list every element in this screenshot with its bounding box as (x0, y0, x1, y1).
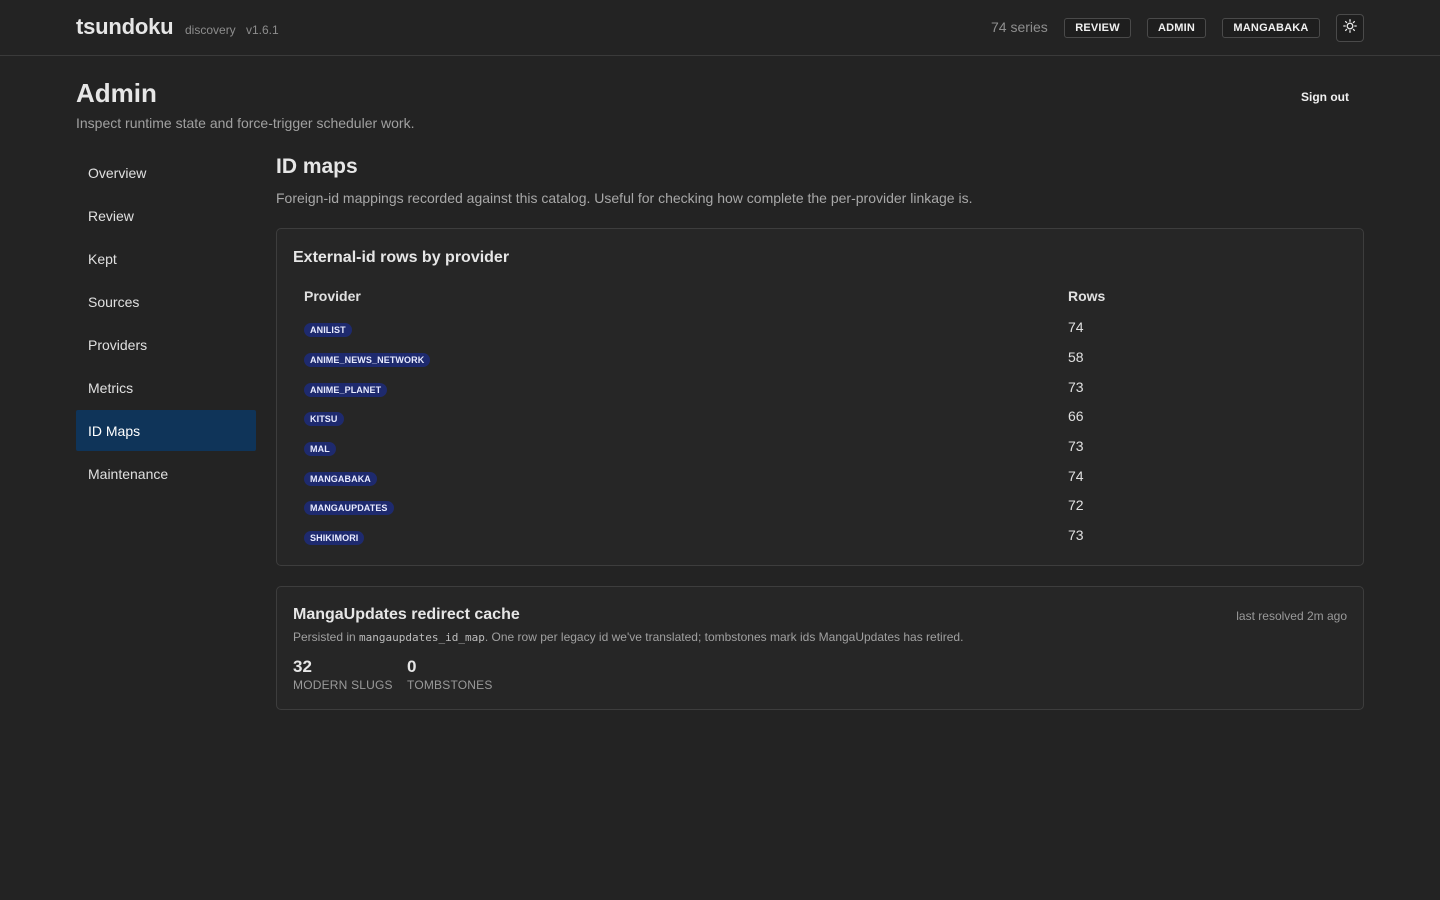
card-title: External-id rows by provider (293, 249, 510, 266)
stat-label: MODERN SLUGS (293, 678, 393, 692)
theme-toggle-button[interactable] (1336, 14, 1364, 42)
provider-badge: MANGAUPDATES (304, 501, 394, 515)
sign-out-button[interactable]: Sign out (1301, 90, 1349, 104)
section-title: ID maps (276, 155, 358, 178)
app-version: v1.6.1 (246, 23, 279, 37)
brand-logo[interactable]: tsundoku (76, 14, 174, 40)
table-row: MAL 73 (277, 436, 1363, 466)
stat-label: TOMBSTONES (407, 678, 493, 692)
provider-badge: ANIME_PLANET (304, 383, 388, 397)
nav-admin-button[interactable]: ADMIN (1147, 18, 1206, 38)
row-count: 74 (1068, 319, 1084, 335)
table-row: KITSU 66 (277, 406, 1363, 436)
row-count: 73 (1068, 379, 1084, 395)
provider-badge: MANGABAKA (304, 472, 377, 486)
column-header-rows: Rows (1068, 288, 1106, 304)
admin-sidebar: Overview Review Kept Sources Providers M… (76, 152, 256, 496)
provider-badge: KITSU (304, 412, 344, 426)
row-count: 66 (1068, 408, 1084, 424)
card-title: MangaUpdates redirect cache (293, 606, 520, 623)
nav-review-button[interactable]: REVIEW (1064, 18, 1131, 38)
series-count: 74 series (991, 19, 1048, 35)
table-row: MANGABAKA 74 (277, 466, 1363, 496)
sidebar-item-sources[interactable]: Sources (76, 281, 256, 322)
stat-value: 32 (293, 657, 312, 676)
nav-mangabaka-button[interactable]: MANGABAKA (1222, 18, 1320, 38)
provider-badge: MAL (304, 442, 336, 456)
table-name-code: mangaupdates_id_map (359, 631, 485, 644)
row-count: 74 (1068, 468, 1084, 484)
provider-badge: ANIME_NEWS_NETWORK (304, 353, 431, 367)
column-header-provider: Provider (304, 288, 361, 304)
sidebar-item-metrics[interactable]: Metrics (76, 367, 256, 408)
table-row: ANIME_NEWS_NETWORK 58 (277, 347, 1363, 377)
page-title: Admin (76, 78, 157, 108)
row-count: 72 (1068, 497, 1084, 513)
sidebar-item-providers[interactable]: Providers (76, 324, 256, 365)
row-count: 58 (1068, 349, 1084, 365)
table-row: SHIKIMORI 73 (277, 525, 1363, 555)
provider-badge: ANILIST (304, 323, 352, 337)
redirect-cache-card: MangaUpdates redirect cache last resolve… (276, 586, 1364, 710)
sun-icon (1343, 18, 1357, 38)
stat-modern-slugs: 32 MODERN SLUGS (293, 657, 393, 692)
section-description: Foreign-id mappings recorded against thi… (276, 190, 973, 206)
sidebar-item-id-maps[interactable]: ID Maps (76, 410, 256, 451)
sidebar-item-review[interactable]: Review (76, 195, 256, 236)
redirect-cache-description: Persisted in mangaupdates_id_map. One ro… (293, 630, 963, 644)
desc-suffix: . One row per legacy id we've translated… (484, 630, 964, 644)
row-count: 73 (1068, 527, 1084, 543)
table-row: ANILIST 74 (277, 317, 1363, 347)
brand-subtitle: discovery (185, 23, 236, 37)
top-bar: tsundoku discovery v1.6.1 74 series REVI… (0, 0, 1440, 56)
last-resolved-timestamp: last resolved 2m ago (1236, 609, 1347, 623)
desc-prefix: Persisted in (293, 630, 360, 644)
provider-badge: SHIKIMORI (304, 531, 365, 545)
page-subtitle: Inspect runtime state and force-trigger … (76, 115, 415, 131)
sidebar-item-maintenance[interactable]: Maintenance (76, 453, 256, 494)
stat-tombstones: 0 TOMBSTONES (407, 657, 493, 692)
provider-rows-card: External-id rows by provider Provider Ro… (276, 228, 1364, 566)
sidebar-item-kept[interactable]: Kept (76, 238, 256, 279)
table-row: MANGAUPDATES 72 (277, 495, 1363, 525)
table-row: ANIME_PLANET 73 (277, 377, 1363, 407)
row-count: 73 (1068, 438, 1084, 454)
stat-value: 0 (407, 657, 417, 676)
sidebar-item-overview[interactable]: Overview (76, 152, 256, 193)
